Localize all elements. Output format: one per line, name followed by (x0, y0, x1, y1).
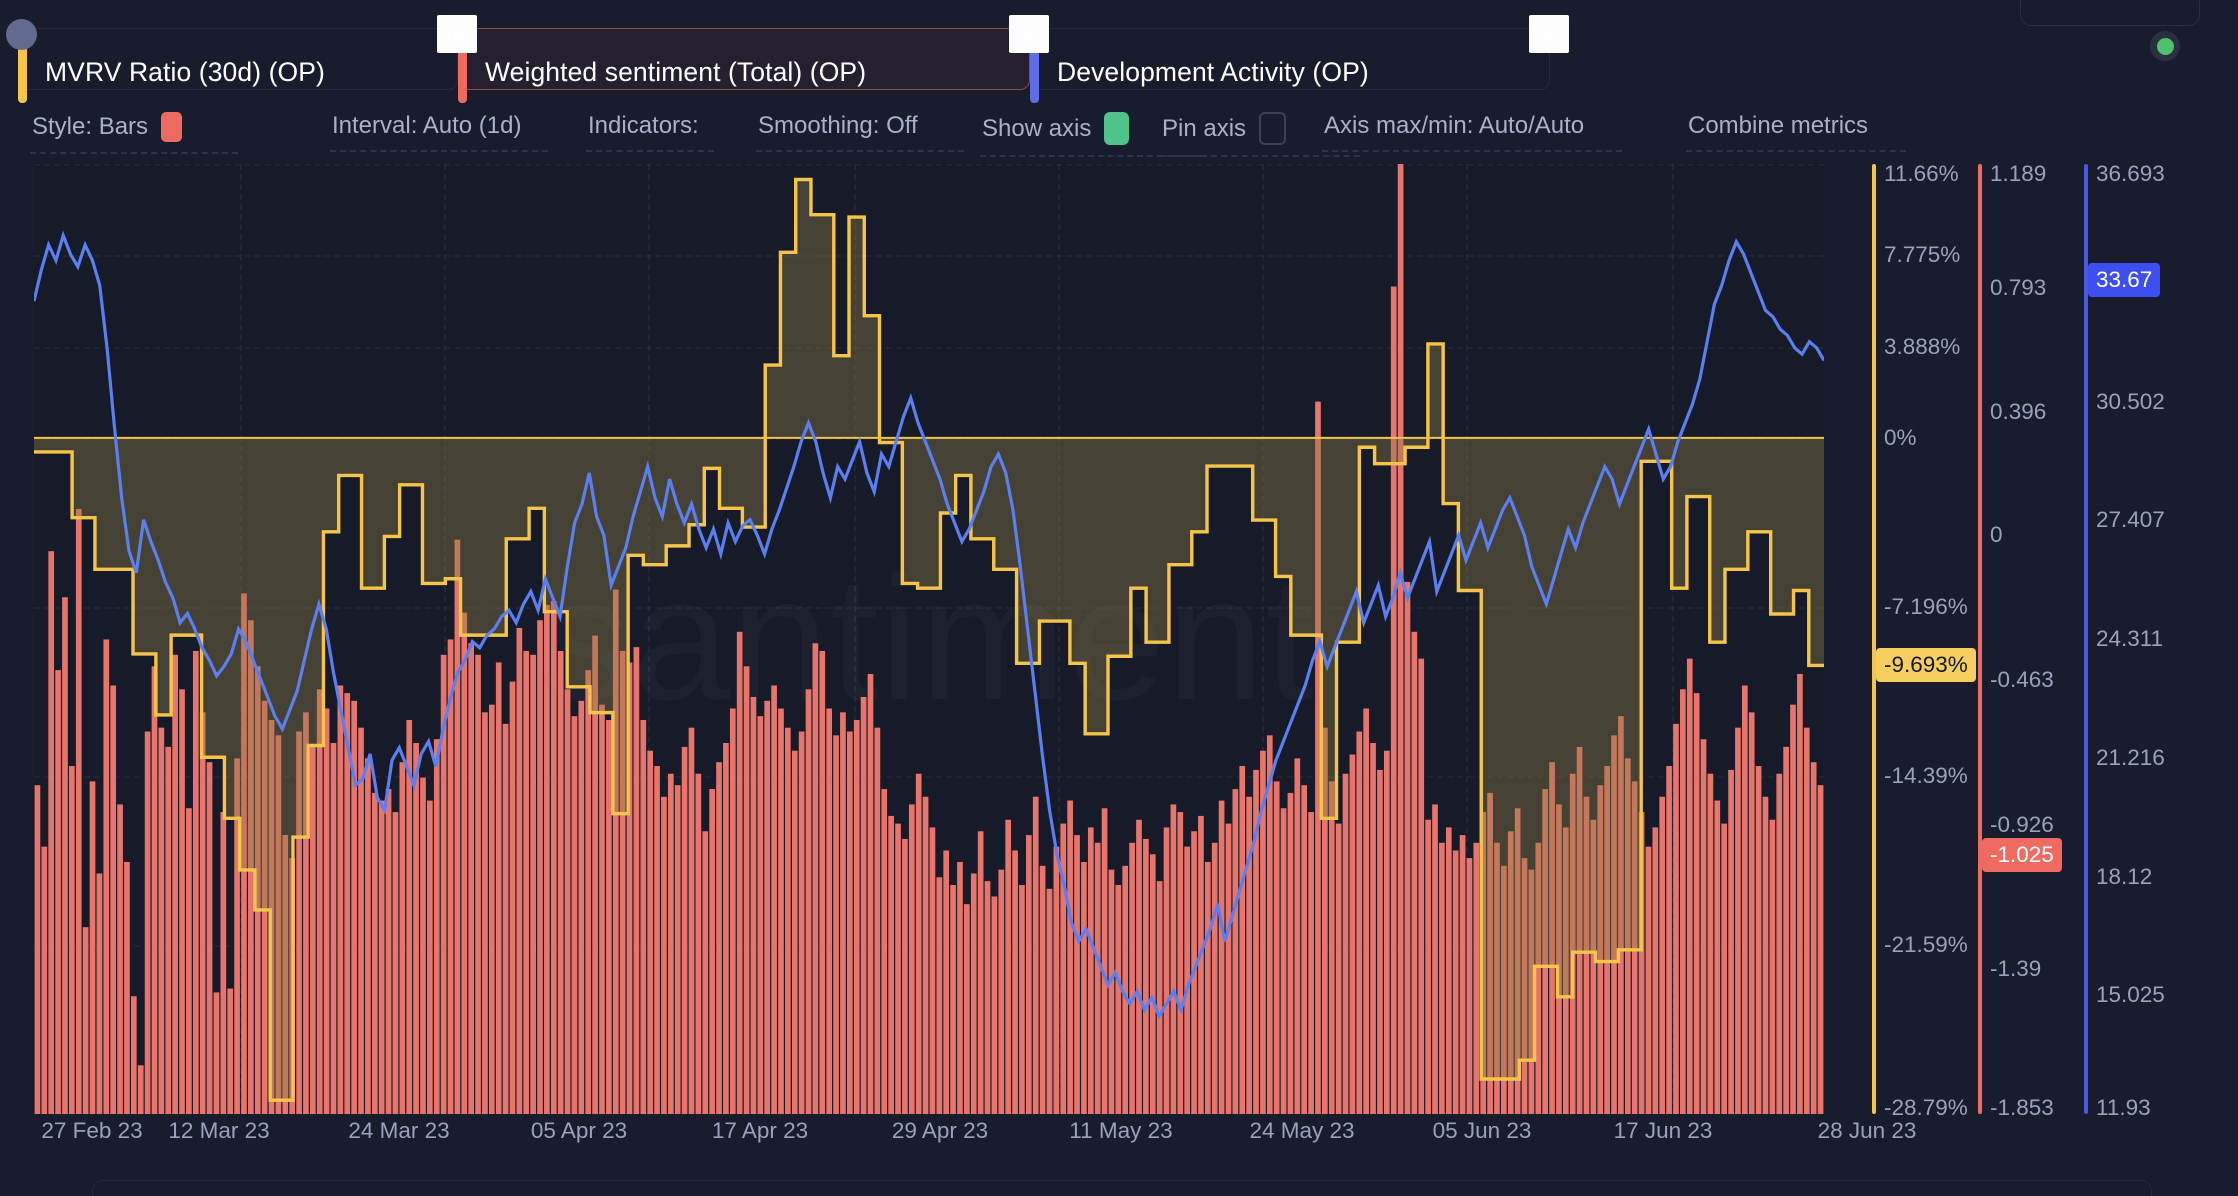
toolbar-item-5[interactable]: Pin axis (1160, 112, 1360, 157)
op-token-badge: OP (437, 15, 477, 53)
pin-axis-checkbox[interactable] (1259, 112, 1287, 145)
x-axis-tick-label: 17 Jun 23 (1613, 1118, 1713, 1143)
toolbar-item-label: Style: Bars (32, 113, 149, 140)
toolbar-item-label: Axis max/min: Auto/Auto (1324, 112, 1585, 139)
chart-page: OP MVRV Ratio (30d) (OP) OP Weighted sentim… (0, 0, 2238, 1196)
toolbar-item-1[interactable]: Interval: Auto (1d) (330, 112, 548, 152)
sentiment-axis-current-value: -1.025 (1982, 838, 2062, 873)
style-color-swatch[interactable] (161, 112, 183, 142)
devactivity-axis-line[interactable] (2084, 164, 2088, 1114)
axis-tick-label: 36.693 (2096, 161, 2165, 186)
mvrv-axis-current-value: -9.693% (1876, 648, 1976, 683)
toolbar-underline (1686, 150, 1906, 152)
chart-settings-toolbar: Style: Bars Interval: Auto (1d) Indicators… (0, 104, 2238, 157)
axis-tick-label: -0.463 (1990, 666, 2054, 692)
chart-area: santiment 11.66% 7.775% 3.888% 0% -7.196% -14… (0, 161, 2238, 1120)
metric-pill-1[interactable]: OP Weighted sentiment (Total) (OP) (446, 15, 1049, 103)
series-layer (34, 164, 1824, 1114)
status-dot-inner (2156, 37, 2174, 55)
x-axis-tick-label: 17 Apr 23 (711, 1118, 809, 1143)
toolbar-item-7[interactable]: Combine metrics (1686, 112, 1906, 152)
toolbar-underline (30, 152, 238, 154)
toolbar-underline (756, 150, 964, 152)
toolbar-item-label: Pin axis (1162, 114, 1247, 142)
toolbar-item-label: Show axis (982, 114, 1092, 142)
drag-handle-icon[interactable] (6, 19, 37, 50)
toolbar-item-3[interactable]: Smoothing: Off (756, 112, 964, 152)
x-axis-tick-label: 28 Jun 23 (1817, 1118, 1917, 1143)
mvrv-area-fill (34, 179, 1824, 1101)
axis-tick-label: -14.39% (1884, 762, 1968, 788)
axis-tick-label: -7.196% (1884, 593, 1968, 619)
axis-tick-label: 0.793 (1990, 274, 2047, 300)
axis-tick-label: 18.12 (2096, 863, 2153, 889)
op-token-badge: OP (1529, 15, 1569, 53)
plot-canvas[interactable]: santiment (34, 164, 1824, 1114)
toolbar-underline (1160, 155, 1360, 157)
mvrv-axis-line[interactable] (1872, 164, 1876, 1114)
toolbar-underline (586, 150, 714, 152)
toolbar-item-label: Combine metrics (1688, 112, 1869, 139)
toolbar-item-0[interactable]: Style: Bars (30, 112, 238, 154)
metric-pill-2[interactable]: OP Development Activity (OP) (1018, 15, 1569, 103)
toolbar-underline (1322, 150, 1622, 152)
toolbar-item-2[interactable]: Indicators: (586, 112, 714, 152)
axis-tick-label: 24.311 (2096, 626, 2164, 652)
x-axis: 27 Feb 23 12 Mar 23 24 Mar 23 05 Apr 23 17 A… (0, 1118, 2238, 1162)
metric-label: Development Activity (OP) (1057, 56, 1369, 87)
metric-pill-row: OP MVRV Ratio (30d) (OP) OP Weighted sentim… (0, 0, 2238, 104)
op-token-badge: OP (1009, 15, 1049, 53)
toolbar-item-label: Indicators: (588, 112, 699, 139)
bottom-panel-frame (92, 1180, 2152, 1196)
axis-tick-label: -21.59% (1884, 931, 1968, 957)
axis-tick-label: -1.39 (1990, 956, 2042, 982)
axis-tick-label: 1.189 (1990, 161, 2047, 186)
metric-label: Weighted sentiment (Total) (OP) (485, 56, 867, 87)
axis-tick-label: 3.888% (1884, 333, 1961, 359)
x-axis-tick-label: 24 Mar 23 (348, 1118, 450, 1143)
axis-tick-label: 21.216 (2096, 744, 2165, 770)
axis-tick-label: 27.407 (2096, 507, 2165, 533)
axis-tick-label: 7.775% (1884, 242, 1961, 268)
axis-tick-label: -0.926 (1990, 811, 2054, 837)
x-axis-tick-label: 29 Apr 23 (891, 1118, 989, 1143)
axis-tick-label: 15.025 (2096, 982, 2165, 1008)
x-axis-tick-label: 11 May 23 (1069, 1118, 1173, 1143)
toolbar-item-label: Smoothing: Off (758, 112, 918, 139)
axis-tick-label: 11.66% (1884, 161, 1959, 186)
axis-tick-label: 0 (1990, 522, 2003, 548)
x-axis-tick-label: 27 Feb 23 (41, 1118, 143, 1143)
x-axis-tick-label: 24 May 23 (1249, 1118, 1355, 1143)
sentiment-axis-line[interactable] (1978, 164, 1982, 1114)
show-axis-toggle[interactable] (1104, 112, 1130, 145)
devactivity-axis-current-value: 33.67 (2088, 262, 2161, 297)
toolbar-underline (330, 150, 548, 152)
axis-tick-label: 0.396 (1990, 398, 2047, 424)
metric-label: MVRV Ratio (30d) (OP) (45, 56, 325, 87)
axis-tick-label: 30.502 (2096, 388, 2165, 414)
online-status-dot[interactable] (2150, 31, 2180, 61)
toolbar-item-6[interactable]: Axis max/min: Auto/Auto (1322, 112, 1622, 152)
axis-tick-label: 0% (1884, 424, 1917, 450)
x-axis-tick-label: 05 Jun 23 (1432, 1118, 1532, 1143)
toolbar-item-label: Interval: Auto (1d) (332, 112, 522, 139)
toolbar-item-4[interactable]: Show axis (980, 112, 1202, 157)
top-right-panel-stub (2020, 0, 2200, 26)
x-axis-tick-label: 12 Mar 23 (168, 1118, 270, 1143)
metric-pill-0[interactable]: OP MVRV Ratio (30d) (OP) (6, 15, 477, 103)
x-axis-tick-label: 05 Apr 23 (530, 1118, 628, 1143)
